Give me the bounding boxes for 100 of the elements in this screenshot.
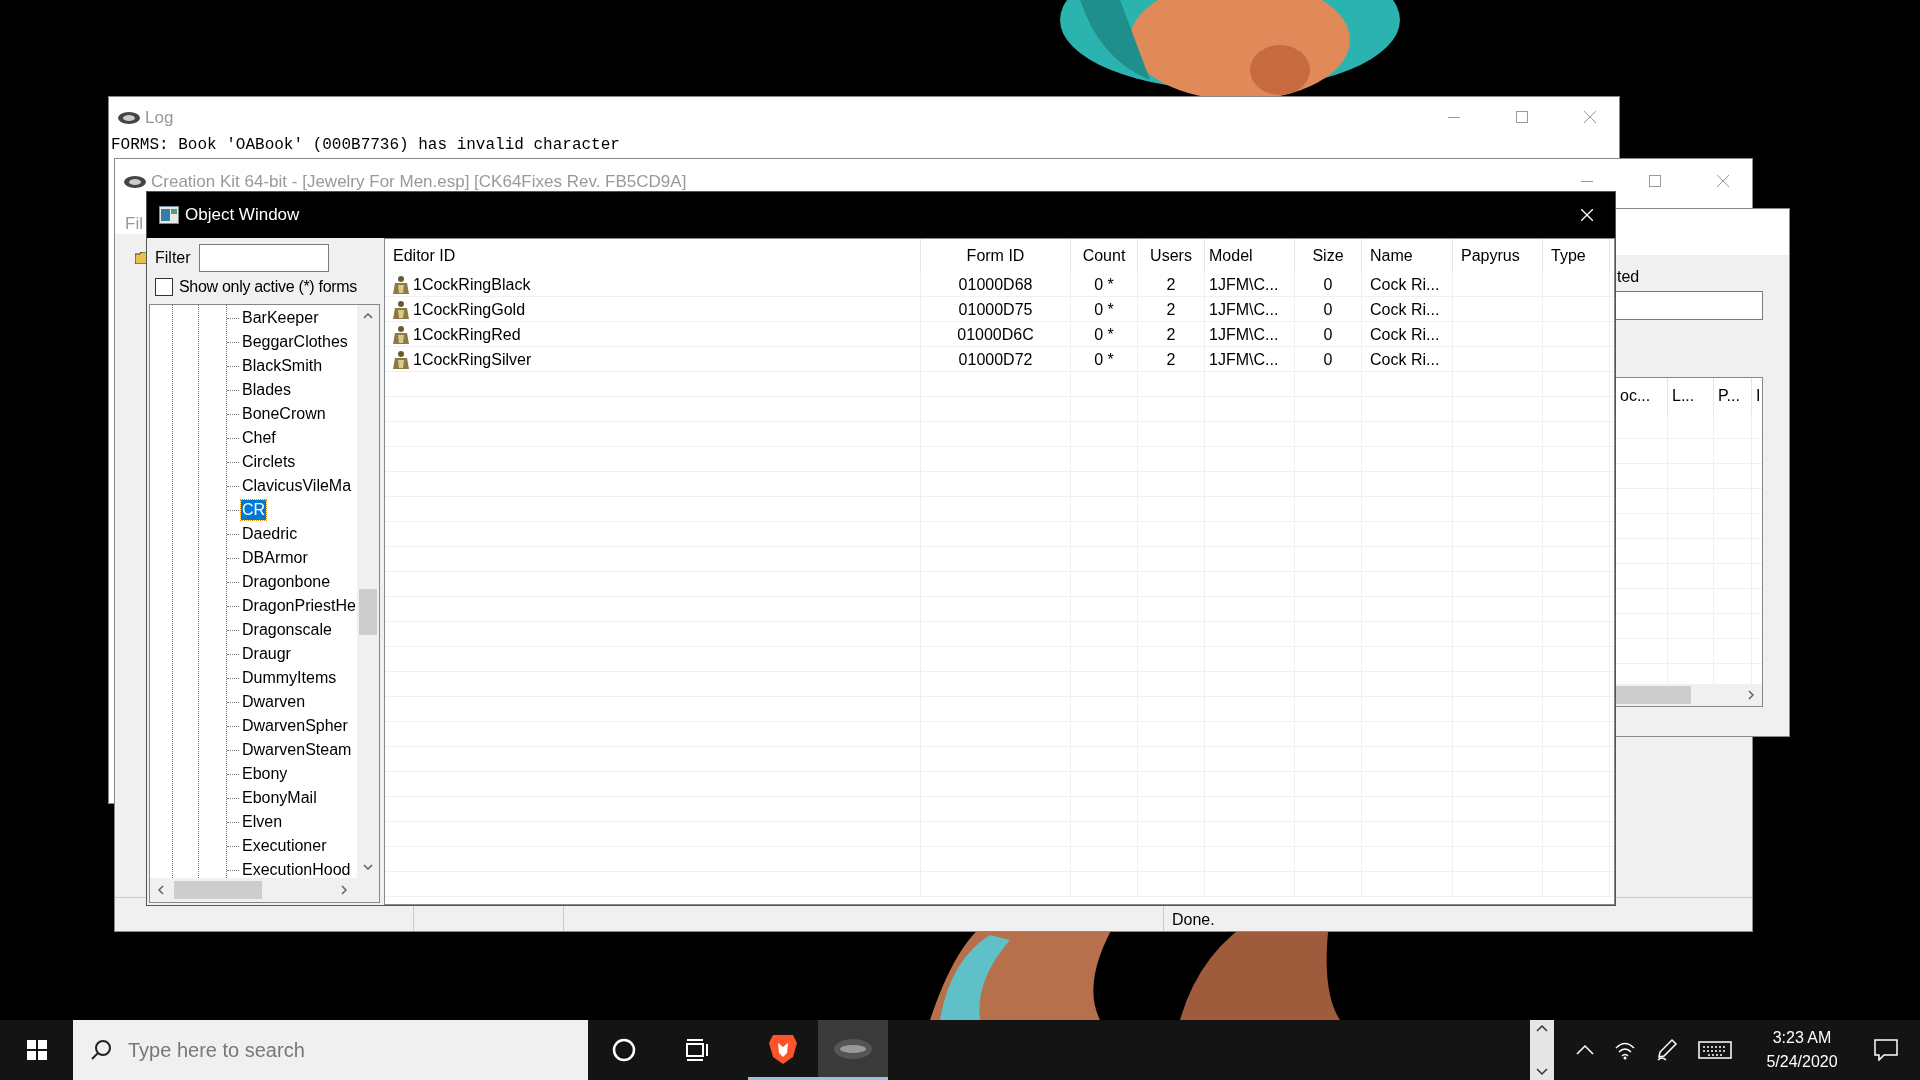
tree-item[interactable]: Blades xyxy=(241,380,292,400)
tree-item[interactable]: Daedric xyxy=(241,524,299,544)
tree-item[interactable]: BeggarClothes xyxy=(241,332,349,352)
notification-icon[interactable] xyxy=(1874,1039,1898,1061)
tree-item[interactable]: ClavicusVileMa xyxy=(241,476,353,496)
table-cell: Cock Ri... xyxy=(1362,272,1453,297)
search-bar[interactable]: Type here to search xyxy=(73,1020,588,1080)
keyboard-icon[interactable] xyxy=(1698,1041,1732,1059)
tree-item[interactable]: EbonyMail xyxy=(241,788,318,808)
column-header[interactable]: Editor ID xyxy=(385,239,921,272)
tree-item[interactable]: DwarvenSpher xyxy=(241,716,349,736)
tree-item[interactable]: Circlets xyxy=(241,452,297,472)
tree-item[interactable]: ExecutionHood xyxy=(241,860,352,880)
column-header[interactable]: L... xyxy=(1668,378,1714,414)
armor-icon xyxy=(391,324,411,345)
tree-item[interactable]: DummyItems xyxy=(241,668,338,688)
tree-item[interactable]: DwarvenSteam xyxy=(241,740,353,760)
tree-item[interactable]: BlackSmith xyxy=(241,356,324,376)
tree-item[interactable]: Dwarven xyxy=(241,692,307,712)
editor-id: 1CockRingGold xyxy=(413,299,526,320)
table-cell: 0 * xyxy=(1071,322,1138,347)
tree-item[interactable]: Chef xyxy=(241,428,277,448)
armor-icon xyxy=(391,274,411,295)
window-icon xyxy=(159,206,179,224)
tree-item[interactable]: Ebony xyxy=(241,764,289,784)
table-cell: Cock Ri... xyxy=(1362,347,1453,372)
maximize-icon[interactable] xyxy=(1516,111,1528,123)
scrollbar-thumb[interactable] xyxy=(359,589,377,635)
table-cell: 1JFM\C... xyxy=(1205,297,1295,322)
table-cell: 0 * xyxy=(1071,272,1138,297)
column-header[interactable]: Size xyxy=(1295,239,1362,272)
window-title: Log xyxy=(145,107,174,129)
tree-item[interactable]: Draugr xyxy=(241,644,292,664)
scroll-right-icon[interactable] xyxy=(341,885,347,895)
tree-item[interactable]: DBArmor xyxy=(241,548,309,568)
table-cell: 2 xyxy=(1138,297,1205,322)
column-header[interactable]: Users xyxy=(1138,239,1205,272)
filter-label: Filter xyxy=(155,248,191,268)
checkbox[interactable] xyxy=(155,278,173,296)
pen-icon[interactable] xyxy=(1656,1038,1678,1062)
column-header[interactable]: Form ID xyxy=(921,239,1071,272)
table-cell: 1JFM\C... xyxy=(1205,322,1295,347)
vertical-scrollbar[interactable] xyxy=(357,305,379,878)
scroll-left-icon[interactable] xyxy=(158,885,164,895)
column-header[interactable]: Name xyxy=(1362,239,1453,272)
column-header[interactable]: Type xyxy=(1543,239,1610,272)
table-cell: 1JFM\C... xyxy=(1205,272,1295,297)
lion-icon xyxy=(769,1032,797,1065)
horizontal-scrollbar[interactable] xyxy=(150,878,379,902)
tree-item[interactable]: Dragonscale xyxy=(241,620,333,640)
scroll-right-icon[interactable] xyxy=(1748,690,1754,700)
scroll-up-icon[interactable] xyxy=(363,313,373,319)
table-cell: 0 * xyxy=(1071,297,1138,322)
tree-item[interactable]: BarKeeper xyxy=(241,308,320,328)
column-header[interactable]: Count xyxy=(1071,239,1138,272)
maximize-icon[interactable] xyxy=(1649,175,1661,187)
chevron-up-icon[interactable] xyxy=(1576,1045,1594,1055)
armor-icon xyxy=(391,299,411,320)
table-cell: Cock Ri... xyxy=(1362,297,1453,322)
editor-id: 1CockRingBlack xyxy=(413,274,531,295)
tree-item[interactable]: Dragonbone xyxy=(241,572,332,592)
tree-item[interactable]: Elven xyxy=(241,812,284,832)
taskbar-app[interactable] xyxy=(818,1020,888,1080)
scroll-down-icon[interactable] xyxy=(363,864,373,870)
table-cell: 01000D68 xyxy=(921,272,1071,297)
horizontal-scrollbar[interactable] xyxy=(1616,684,1762,706)
task-view-icon[interactable] xyxy=(684,1039,710,1061)
table-cell: 01000D72 xyxy=(921,347,1071,372)
scrollbar-thumb[interactable] xyxy=(174,881,262,899)
text-field[interactable] xyxy=(1615,291,1763,320)
table-cell: 0 * xyxy=(1071,347,1138,372)
filter-field[interactable] xyxy=(198,244,329,272)
window-title: Creation Kit 64-bit - [Jewelry For Men.esp] [CK64Fixes Rev. FB5CD9A] xyxy=(151,170,687,193)
tree-item[interactable]: DragonPriestHe xyxy=(241,596,357,616)
start-icon[interactable] xyxy=(27,1040,47,1060)
editor-id: 1CockRingRed xyxy=(413,324,521,345)
scrollbar-thumb[interactable] xyxy=(1616,686,1691,704)
search-icon xyxy=(90,1039,112,1061)
table-cell: 0 xyxy=(1295,347,1362,372)
table-cell: 1JFM\C... xyxy=(1205,347,1295,372)
table-cell: Cock Ri... xyxy=(1362,322,1453,347)
scroll-down-icon[interactable] xyxy=(1536,1068,1548,1076)
column-header[interactable]: Papyrus xyxy=(1453,239,1543,272)
column-header[interactable]: Model xyxy=(1205,239,1295,272)
window-title: Object Window xyxy=(185,204,300,227)
tree-item[interactable]: Executioner xyxy=(241,836,328,856)
search-field[interactable]: Type here to search xyxy=(128,1035,528,1065)
minimize-icon[interactable] xyxy=(1581,181,1593,183)
app-icon xyxy=(117,110,141,125)
editor-id: 1CockRingSilver xyxy=(413,349,532,370)
scroll-up-icon[interactable] xyxy=(1536,1024,1548,1032)
tree-item[interactable]: BoneCrown xyxy=(241,404,327,424)
minimize-icon[interactable] xyxy=(1448,117,1460,119)
clock[interactable]: 3:23 AM 5/24/2020 xyxy=(1754,1026,1850,1074)
cortana-icon[interactable] xyxy=(612,1038,636,1062)
column-header[interactable]: P... xyxy=(1714,378,1752,414)
column-header[interactable]: I. xyxy=(1752,378,1762,414)
tree-item[interactable]: CR xyxy=(241,500,267,520)
network-icon[interactable] xyxy=(1614,1040,1636,1060)
table-cell: 2 xyxy=(1138,347,1205,372)
